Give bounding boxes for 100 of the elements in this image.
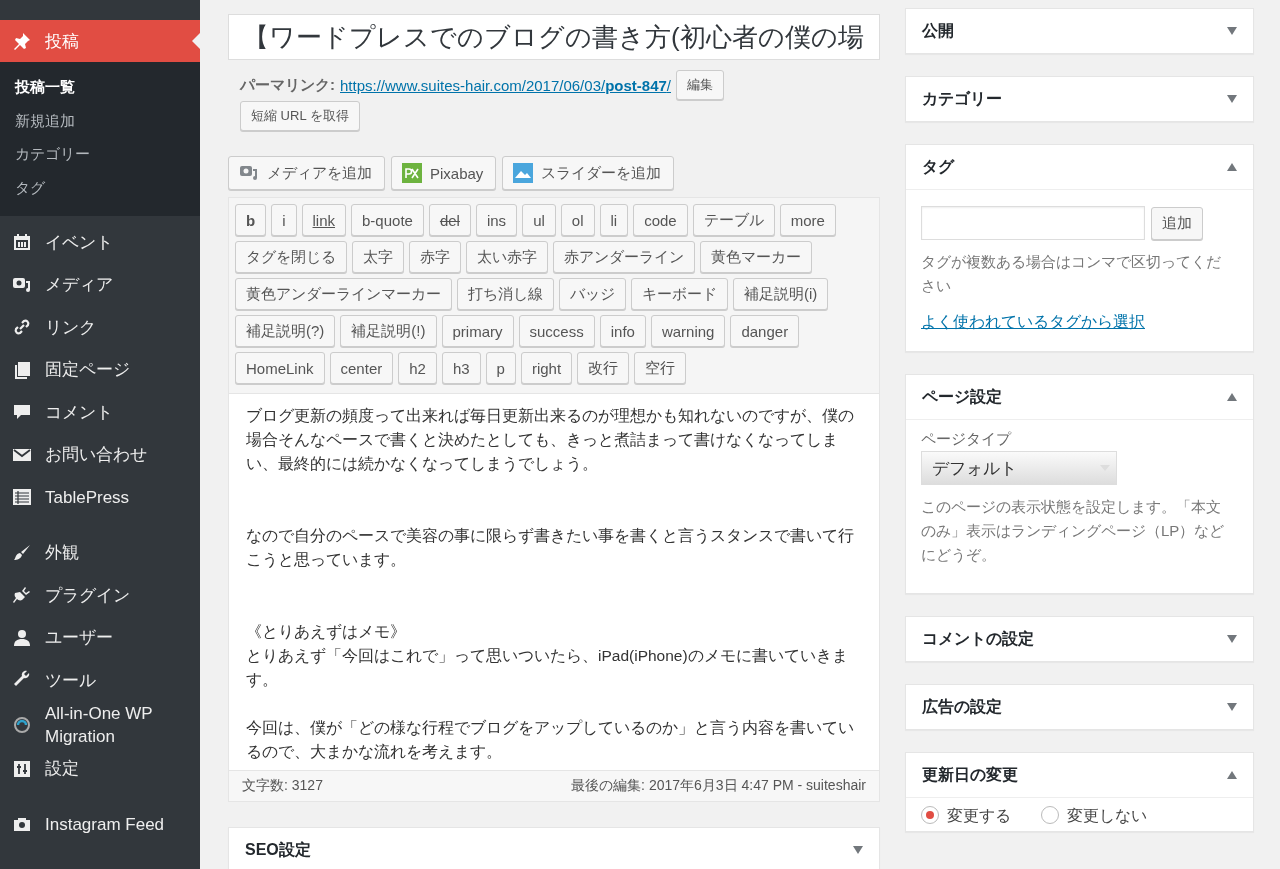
quicktag-button[interactable]: バッジ [559, 278, 626, 310]
edit-button[interactable]: 編集 [676, 70, 724, 100]
quicktag-button[interactable]: link [301, 204, 347, 236]
quicktag-button[interactable]: 太い赤字 [466, 241, 548, 273]
quicktag-button[interactable]: right [520, 352, 573, 384]
quicktag-button[interactable]: キーボード [631, 278, 728, 310]
menu-item[interactable]: お問い合わせ [0, 433, 200, 476]
submenu-item[interactable]: 投稿一覧 [0, 70, 200, 104]
permalink-link[interactable]: https://www.suites-hair.com/2017/06/03/post-847/ [340, 76, 671, 94]
quicktag-button[interactable]: 黄色マーカー [700, 241, 812, 273]
submenu-item[interactable]: タグ [0, 170, 200, 204]
quicktag-button[interactable]: b [235, 204, 267, 236]
menu-label: プラグイン [45, 584, 130, 607]
quicktag-button[interactable]: info [599, 315, 646, 347]
quicktag-button[interactable]: 改行 [577, 352, 630, 384]
menu-item[interactable]: リンク [0, 306, 200, 349]
quicktag-button[interactable]: primary [441, 315, 514, 347]
collapse-arrow-icon[interactable] [1227, 163, 1237, 171]
menu-item[interactable]: All-in-One WP Migration [0, 701, 200, 748]
radio-button[interactable] [921, 806, 939, 824]
menu-label: コメント [45, 401, 113, 424]
quicktag-button[interactable]: danger [730, 315, 800, 347]
menu-item[interactable]: Instagram Feed [0, 803, 200, 846]
menu-item[interactable]: TablePress [0, 476, 200, 519]
quicktag-button[interactable]: p [485, 352, 516, 384]
title-field[interactable]: 【ワードプレスでのブログの書き方(初心者の僕の場 [228, 14, 880, 60]
submenu-item[interactable]: 新規追加 [0, 103, 200, 137]
quicktag-button[interactable]: 空行 [634, 352, 687, 384]
field-label: ページタイプ [921, 430, 1013, 449]
radio-label: 変更する [947, 806, 1011, 826]
radio-option[interactable]: 変更しない [1041, 806, 1147, 827]
quicktag-button[interactable]: center [329, 352, 394, 384]
expand-arrow-icon[interactable] [1227, 27, 1237, 35]
last-edited: 最後の編集: 2017年6月3日 4:47 PM - suiteshair [571, 777, 866, 795]
expand-arrow-icon[interactable] [1227, 635, 1237, 643]
menu-item[interactable]: イベント [0, 221, 200, 264]
menu-label: お問い合わせ [45, 444, 147, 467]
quicktag-button[interactable]: h2 [398, 352, 437, 384]
content-paragraph: 《とりあえずはメモ》 [246, 622, 407, 642]
media-button[interactable]: メディアを追加 [228, 156, 385, 190]
px-logo-icon [402, 163, 422, 183]
media-button[interactable]: スライダーを追加 [502, 156, 675, 190]
quicktag-button[interactable]: 補足説明(?) [235, 315, 336, 347]
quicktag-button[interactable]: ul [522, 204, 556, 236]
quicktag-button[interactable]: 赤アンダーライン [553, 241, 695, 273]
quicktag-button[interactable]: h3 [441, 352, 481, 384]
quicktag-button[interactable]: 補足説明(i) [733, 278, 829, 310]
submenu-item[interactable]: カテゴリー [0, 137, 200, 171]
shortlink-button[interactable]: 短縮 URL を取得 [240, 101, 360, 131]
menu-item[interactable]: メディア [0, 263, 200, 306]
tag-input-field[interactable] [921, 206, 1145, 240]
word-count: 文字数: 3127 [242, 777, 323, 795]
quicktag-button[interactable]: HomeLink [235, 352, 325, 384]
page-type-select[interactable]: デフォルト [921, 451, 1117, 485]
menu-item-current[interactable]: 投稿 [0, 20, 200, 62]
menu-label: 投稿 [45, 30, 79, 53]
quicktag-button[interactable]: warning [650, 315, 726, 347]
quicktag-button[interactable]: success [518, 315, 595, 347]
quicktag-button[interactable]: 太字 [352, 241, 404, 273]
mountain-logo-icon [513, 163, 534, 183]
radio-option[interactable]: 変更する [921, 806, 1011, 827]
quicktag-button[interactable]: more [779, 204, 836, 236]
box-title: 更新日の変更 [922, 764, 1018, 785]
quicktag-button[interactable]: 補足説明(!) [340, 315, 437, 347]
menu-item[interactable]: 外観 [0, 531, 200, 574]
add-tag-button[interactable]: 追加 [1151, 206, 1203, 240]
box-title: 広告の設定 [922, 696, 1002, 717]
quicktag-button[interactable]: タグを閉じる [235, 241, 347, 273]
box-title: 公開 [922, 20, 954, 41]
radio-button[interactable] [1041, 806, 1059, 824]
quicktag-button[interactable]: del [428, 204, 471, 236]
permalink-label: パーマリンク: [240, 75, 335, 95]
pages-icon [12, 359, 32, 380]
expand-arrow-icon[interactable] [1227, 95, 1237, 103]
menu-item[interactable]: 設定 [0, 747, 200, 790]
expand-arrow-icon[interactable] [1227, 703, 1237, 711]
expand-arrow-icon[interactable] [853, 846, 863, 854]
quicktag-button[interactable]: 打ち消し線 [457, 278, 554, 310]
quicktag-button[interactable]: li [599, 204, 629, 236]
collapse-arrow-icon[interactable] [1227, 393, 1237, 401]
menu-label: Instagram Feed [45, 813, 165, 836]
collapse-arrow-icon[interactable] [1227, 771, 1237, 779]
quicktag-button[interactable]: テーブル [692, 204, 775, 236]
quicktag-button[interactable]: b-quote [351, 204, 424, 236]
quicktag-button[interactable]: i [271, 204, 297, 236]
popular-tags-link[interactable]: よく使われているタグから選択 [921, 312, 1145, 333]
quicktag-button[interactable]: ins [475, 204, 518, 236]
quicktag-button[interactable]: 赤字 [409, 241, 461, 273]
quicktag-button[interactable]: code [633, 204, 688, 236]
quicktag-button[interactable]: ol [560, 204, 595, 236]
box-title: ページ設定 [922, 386, 1002, 407]
quicktag-button[interactable]: 黄色アンダーラインマーカー [235, 278, 452, 310]
menu-item[interactable]: 固定ページ [0, 348, 200, 391]
menu-label: ユーザー [45, 627, 113, 650]
menu-item[interactable]: コメント [0, 391, 200, 434]
menu-item[interactable]: ツール [0, 659, 200, 702]
menu-item[interactable]: ユーザー [0, 616, 200, 659]
media-button[interactable]: Pixabay [391, 156, 497, 190]
user-icon [12, 627, 32, 648]
menu-item[interactable]: プラグイン [0, 574, 200, 617]
